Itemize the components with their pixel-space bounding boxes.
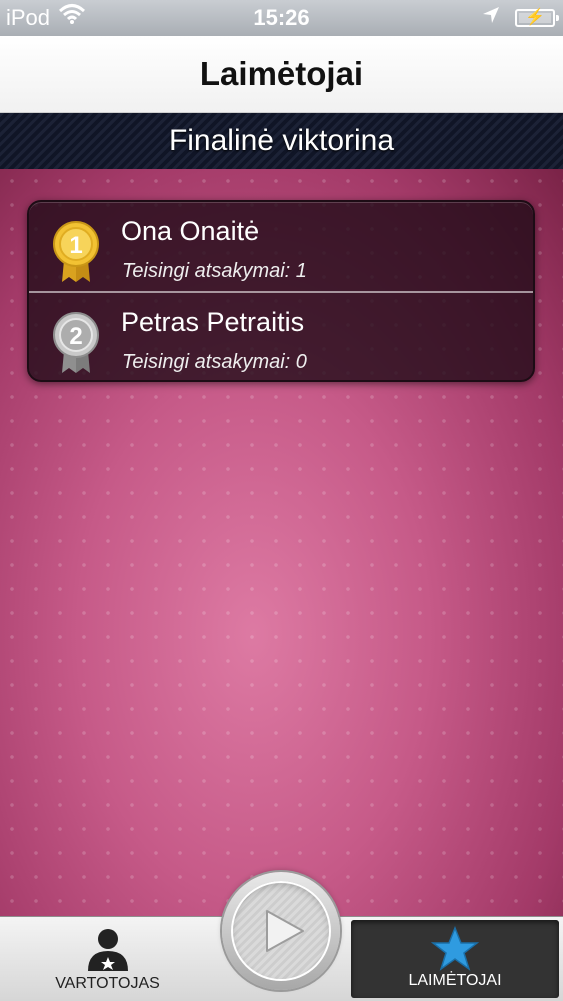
medal-rank-2: 2 (69, 323, 82, 350)
navigation-bar: Laimėtojai (0, 36, 563, 113)
quiz-title: Finalinė viktorina (168, 124, 395, 157)
status-right: ⚡ (481, 0, 559, 36)
tab-user-label: VARTOTOJAS (55, 975, 160, 992)
tab-winners[interactable]: LAIMĖTOJAI (351, 920, 559, 998)
winners-list: 1 Ona Onaitė Teisingi atsakymai: 1 2 Pet… (27, 200, 535, 382)
location-arrow-icon (481, 0, 501, 36)
winner-row-1[interactable]: 1 Ona Onaitė Teisingi atsakymai: 1 (29, 202, 533, 291)
tab-winners-label: LAIMĖTOJAI (408, 972, 502, 989)
play-icon (266, 910, 304, 952)
status-bar: iPod 15:26 ⚡ (0, 0, 563, 36)
winner-row-2[interactable]: 2 Petras Petraitis Teisingi atsakymai: 0 (29, 293, 533, 380)
page-title: Laimėtojai (199, 55, 364, 92)
user-icon (86, 927, 130, 978)
medal-rank-1: 1 (69, 232, 82, 259)
play-button-face (231, 881, 331, 981)
section-header: Finalinė viktorina (0, 113, 563, 171)
winner-name: Ona Onaitė (121, 216, 260, 246)
play-button[interactable] (222, 872, 340, 990)
silver-medal-icon: 2 (49, 311, 103, 375)
winner-score: Teisingi atsakymai: 1 (122, 260, 307, 282)
tab-user[interactable]: VARTOTOJAS (0, 917, 215, 1001)
gold-medal-icon: 1 (49, 220, 103, 284)
winner-score: Teisingi atsakymai: 0 (122, 351, 307, 373)
battery-icon: ⚡ (515, 9, 559, 27)
content-area: 1 Ona Onaitė Teisingi atsakymai: 1 2 Pet… (0, 169, 563, 920)
winner-name: Petras Petraitis (121, 307, 305, 337)
star-icon (430, 925, 480, 977)
status-time: 15:26 (253, 5, 310, 30)
